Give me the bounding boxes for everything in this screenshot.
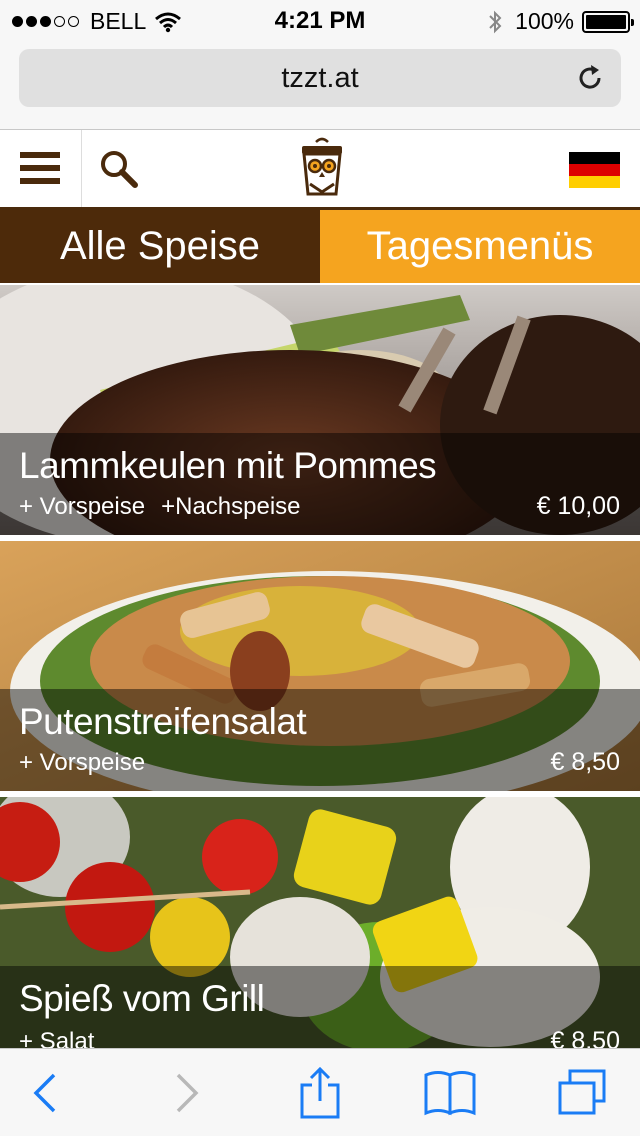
dish-extra: + Vorspeise [19, 493, 146, 520]
bookmarks-icon[interactable] [424, 1067, 476, 1119]
address-bar[interactable]: tzzt.at [19, 49, 621, 107]
owl-chef-logo[interactable] [296, 136, 348, 200]
dish-title: Spieß vom Grill [19, 978, 265, 1019]
search-icon[interactable] [98, 148, 140, 190]
status-right: 100% [487, 8, 634, 35]
tabs-icon[interactable] [556, 1067, 608, 1119]
menu-tabs: Alle Speise Tagesmenüs [0, 210, 640, 283]
menu-item-card[interactable]: Putenstreifensalat + Vorspeise € 8,50 [0, 541, 640, 791]
tab-alle-speise[interactable]: Alle Speise [0, 210, 320, 283]
forward-icon[interactable] [158, 1067, 210, 1119]
url-text: tzzt.at [281, 62, 359, 94]
battery-percent: 100% [515, 8, 574, 34]
back-icon[interactable] [22, 1067, 74, 1119]
dish-extra: +Nachspeise [161, 493, 301, 520]
menu-item-card[interactable]: Lammkeulen mit Pommes + Vorspeise +Nachsp… [0, 285, 640, 535]
app-header [0, 130, 640, 210]
dish-title: Lammkeulen mit Pommes [19, 445, 437, 486]
dish-price: € 8,50 [550, 748, 620, 776]
dish-extra: + Vorspeise [19, 749, 146, 776]
browser-toolbar [0, 1048, 640, 1136]
hamburger-menu-icon[interactable] [0, 130, 82, 207]
dish-extras: + Vorspeise [19, 749, 161, 777]
status-bar: BELL 4:21 PM 100% [0, 0, 640, 42]
battery-icon [582, 10, 634, 33]
german-flag-icon[interactable] [569, 152, 620, 188]
dish-title: Putenstreifensalat [19, 701, 307, 742]
tab-tagesmenus[interactable]: Tagesmenüs [320, 210, 640, 283]
dish-price: € 10,00 [536, 492, 620, 520]
menu-item-card[interactable]: Spieß vom Grill + Salat € 8,50 [0, 797, 640, 1048]
dish-extra: + Salat [19, 1028, 95, 1048]
dish-extras: + Salat [19, 1028, 110, 1048]
dish-extras: + Vorspeise +Nachspeise [19, 493, 317, 521]
share-icon[interactable] [294, 1067, 346, 1119]
reload-icon[interactable] [575, 63, 605, 93]
bluetooth-icon [489, 10, 502, 33]
dish-price: € 8,50 [550, 1027, 620, 1048]
browser-address-area: tzzt.at [0, 42, 640, 130]
